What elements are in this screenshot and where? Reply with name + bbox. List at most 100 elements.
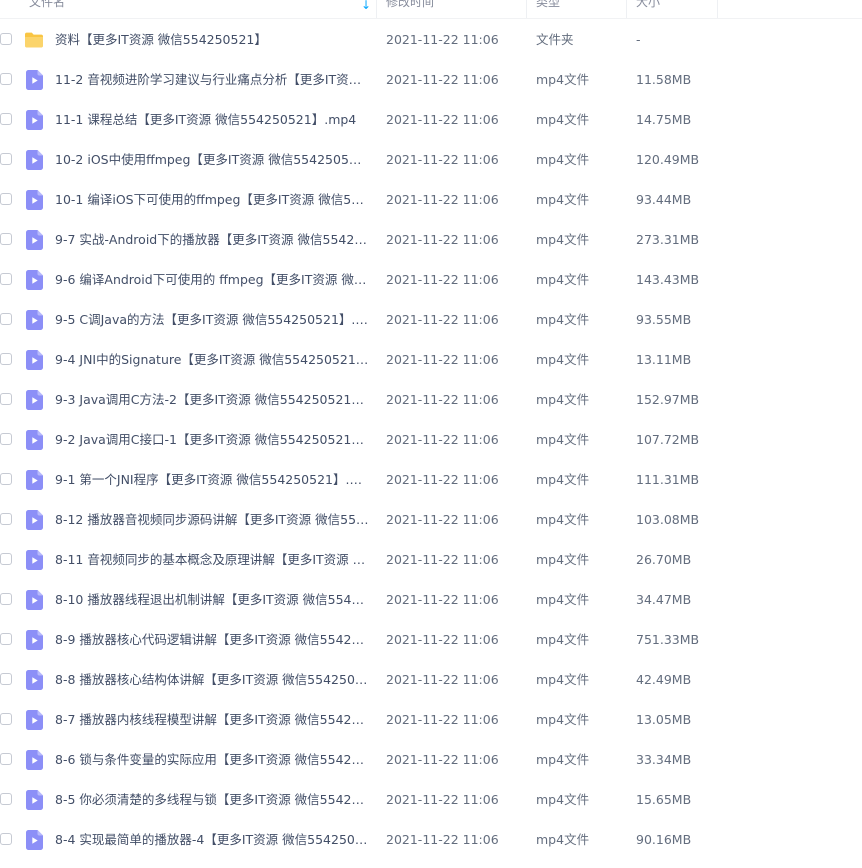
file-size: - — [636, 32, 641, 47]
file-name[interactable]: 10-2 iOS中使用ffmpeg【更多IT资源 微信554250521】.mp… — [55, 140, 369, 180]
column-divider[interactable] — [626, 0, 627, 18]
file-name[interactable]: 8-8 播放器核心结构体讲解【更多IT资源 微信554250521】.mp4 — [55, 660, 369, 700]
file-name[interactable]: 8-9 播放器核心代码逻辑讲解【更多IT资源 微信554250521】.mp4 — [55, 620, 369, 660]
sort-descending-icon[interactable]: ↓ — [361, 0, 371, 12]
file-type: mp4文件 — [536, 632, 590, 647]
file-row[interactable]: 10-1 编译iOS下可使用的ffmpeg【更多IT资源 微信554250521… — [0, 180, 862, 220]
file-row[interactable]: 8-4 实现最简单的播放器-4【更多IT资源 微信554250521】.mp4 2… — [0, 820, 862, 860]
file-row[interactable]: 8-5 你必须清楚的多线程与锁【更多IT资源 微信554250521】.mp4 2… — [0, 780, 862, 820]
row-checkbox[interactable] — [0, 153, 12, 165]
column-divider[interactable] — [526, 0, 527, 18]
file-row[interactable]: 11-2 音视频进阶学习建议与行业痛点分析【更多IT资源 微信554250521… — [0, 60, 862, 100]
file-modified-date: 2021-11-22 11:06 — [386, 232, 499, 247]
file-modified-date: 2021-11-22 11:06 — [386, 32, 499, 47]
file-type: mp4文件 — [536, 672, 590, 687]
file-name[interactable]: 8-5 你必须清楚的多线程与锁【更多IT资源 微信554250521】.mp4 — [55, 780, 369, 820]
file-row[interactable]: 9-3 Java调用C方法-2【更多IT资源 微信554250521】.mp4 2… — [0, 380, 862, 420]
file-size: 26.70MB — [636, 552, 692, 567]
file-rows: 资料【更多IT资源 微信554250521】 2021-11-22 11:06 文件… — [0, 20, 862, 860]
file-row[interactable]: 资料【更多IT资源 微信554250521】 2021-11-22 11:06 文件… — [0, 20, 862, 60]
file-modified-date: 2021-11-22 11:06 — [386, 832, 499, 847]
column-divider[interactable] — [376, 0, 377, 18]
file-name[interactable]: 9-7 实战-Android下的播放器【更多IT资源 微信554250521】.… — [55, 220, 369, 260]
column-header-date[interactable]: 修改时间 — [386, 0, 526, 18]
file-row[interactable]: 9-4 JNI中的Signature【更多IT资源 微信554250521】.m… — [0, 340, 862, 380]
row-checkbox[interactable] — [0, 193, 12, 205]
row-checkbox[interactable] — [0, 273, 12, 285]
video-file-icon — [26, 70, 44, 90]
row-checkbox[interactable] — [0, 593, 12, 605]
file-name[interactable]: 8-10 播放器线程退出机制讲解【更多IT资源 微信554250521】.mp4 — [55, 580, 369, 620]
file-modified-date: 2021-11-22 11:06 — [386, 752, 499, 767]
file-name[interactable]: 9-2 Java调用C接口-1【更多IT资源 微信554250521】.mp4 — [55, 420, 369, 460]
file-row[interactable]: 9-5 C调Java的方法【更多IT资源 微信554250521】.mp4 202… — [0, 300, 862, 340]
video-file-icon — [26, 470, 44, 490]
column-header-type[interactable]: 类型 — [536, 0, 626, 18]
row-checkbox[interactable] — [0, 393, 12, 405]
file-name[interactable]: 8-6 锁与条件变量的实际应用【更多IT资源 微信554250521】.mp4 — [55, 740, 369, 780]
file-type: mp4文件 — [536, 752, 590, 767]
file-name[interactable]: 8-7 播放器内核线程模型讲解【更多IT资源 微信554250521】.mp4 — [55, 700, 369, 740]
video-file-icon — [26, 710, 44, 730]
video-file-icon — [26, 550, 44, 570]
file-name[interactable]: 11-2 音视频进阶学习建议与行业痛点分析【更多IT资源 微信554250521… — [55, 60, 369, 100]
file-name[interactable]: 9-1 第一个JNI程序【更多IT资源 微信554250521】.mp4 — [55, 460, 369, 500]
file-modified-date: 2021-11-22 11:06 — [386, 592, 499, 607]
file-name[interactable]: 10-1 编译iOS下可使用的ffmpeg【更多IT资源 微信554250521… — [55, 180, 369, 220]
video-file-icon — [26, 190, 44, 210]
video-file-icon — [26, 110, 44, 130]
file-name[interactable]: 9-3 Java调用C方法-2【更多IT资源 微信554250521】.mp4 — [55, 380, 369, 420]
file-row[interactable]: 8-12 播放器音视频同步源码讲解【更多IT资源 微信554250521】.mp… — [0, 500, 862, 540]
row-checkbox[interactable] — [0, 113, 12, 125]
row-checkbox[interactable] — [0, 793, 12, 805]
row-checkbox[interactable] — [0, 833, 12, 845]
row-checkbox[interactable] — [0, 233, 12, 245]
row-checkbox[interactable] — [0, 513, 12, 525]
video-file-icon — [26, 630, 44, 650]
file-name[interactable]: 9-4 JNI中的Signature【更多IT资源 微信554250521】.m… — [55, 340, 369, 380]
row-checkbox[interactable] — [0, 353, 12, 365]
video-file-icon — [26, 310, 44, 330]
file-type: mp4文件 — [536, 72, 590, 87]
row-checkbox[interactable] — [0, 553, 12, 565]
column-header-size-label: 大小 — [636, 0, 661, 9]
row-checkbox[interactable] — [0, 673, 12, 685]
file-row[interactable]: 8-10 播放器线程退出机制讲解【更多IT资源 微信554250521】.mp4… — [0, 580, 862, 620]
column-divider[interactable] — [717, 0, 718, 18]
row-checkbox[interactable] — [0, 753, 12, 765]
file-modified-date: 2021-11-22 11:06 — [386, 472, 499, 487]
file-row[interactable]: 8-7 播放器内核线程模型讲解【更多IT资源 微信554250521】.mp4 2… — [0, 700, 862, 740]
file-name[interactable]: 8-12 播放器音视频同步源码讲解【更多IT资源 微信554250521】.mp… — [55, 500, 369, 540]
row-checkbox[interactable] — [0, 473, 12, 485]
file-type: mp4文件 — [536, 112, 590, 127]
file-row[interactable]: 8-9 播放器核心代码逻辑讲解【更多IT资源 微信554250521】.mp4 2… — [0, 620, 862, 660]
file-row[interactable]: 8-8 播放器核心结构体讲解【更多IT资源 微信554250521】.mp4 20… — [0, 660, 862, 700]
file-size: 11.58MB — [636, 72, 692, 87]
file-name[interactable]: 8-11 音视频同步的基本概念及原理讲解【更多IT资源 微信554250521】… — [55, 540, 369, 580]
column-header-size[interactable]: 大小 — [636, 0, 716, 18]
file-row[interactable]: 9-7 实战-Android下的播放器【更多IT资源 微信554250521】.… — [0, 220, 862, 260]
file-name[interactable]: 资料【更多IT资源 微信554250521】 — [55, 20, 369, 60]
row-checkbox[interactable] — [0, 633, 12, 645]
file-name[interactable]: 11-1 课程总结【更多IT资源 微信554250521】.mp4 — [55, 100, 369, 140]
column-header-name[interactable]: 文件名 — [29, 0, 376, 18]
row-checkbox[interactable] — [0, 33, 12, 45]
file-type: mp4文件 — [536, 792, 590, 807]
file-name[interactable]: 8-4 实现最简单的播放器-4【更多IT资源 微信554250521】.mp4 — [55, 820, 369, 860]
file-row[interactable]: 9-6 编译Android下可使用的 ffmpeg【更多IT资源 微信55425… — [0, 260, 862, 300]
row-checkbox[interactable] — [0, 433, 12, 445]
row-checkbox[interactable] — [0, 313, 12, 325]
file-row[interactable]: 9-1 第一个JNI程序【更多IT资源 微信554250521】.mp4 2021… — [0, 460, 862, 500]
file-row[interactable]: 8-11 音视频同步的基本概念及原理讲解【更多IT资源 微信554250521】… — [0, 540, 862, 580]
file-row[interactable]: 10-2 iOS中使用ffmpeg【更多IT资源 微信554250521】.mp… — [0, 140, 862, 180]
file-size: 33.34MB — [636, 752, 692, 767]
file-name[interactable]: 9-6 编译Android下可使用的 ffmpeg【更多IT资源 微信55425… — [55, 260, 369, 300]
file-list: 文件名 ↓ 修改时间 类型 大小 资料【更多IT资源 微信554250521】 2… — [0, 0, 862, 868]
file-name[interactable]: 9-5 C调Java的方法【更多IT资源 微信554250521】.mp4 — [55, 300, 369, 340]
row-checkbox[interactable] — [0, 73, 12, 85]
row-checkbox[interactable] — [0, 713, 12, 725]
file-row[interactable]: 11-1 课程总结【更多IT资源 微信554250521】.mp4 2021-11… — [0, 100, 862, 140]
file-row[interactable]: 8-6 锁与条件变量的实际应用【更多IT资源 微信554250521】.mp4 2… — [0, 740, 862, 780]
file-row[interactable]: 9-2 Java调用C接口-1【更多IT资源 微信554250521】.mp4 2… — [0, 420, 862, 460]
file-size: 152.97MB — [636, 392, 700, 407]
